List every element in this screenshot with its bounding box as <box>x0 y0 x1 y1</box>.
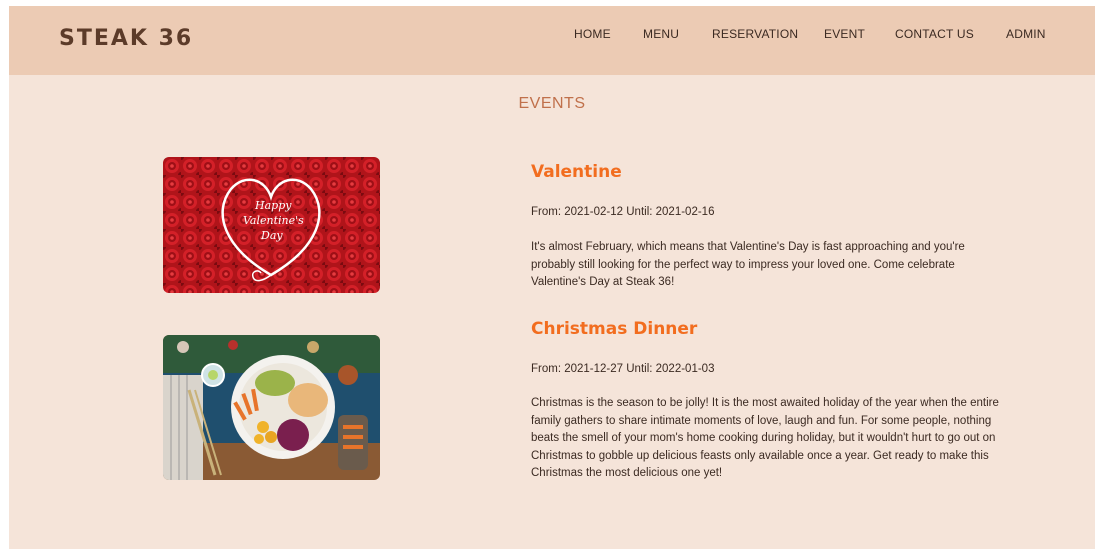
christmas-description: Christmas is the season to be jolly! It … <box>531 397 999 479</box>
nav-contact-us[interactable]: CONTACT US <box>895 27 974 41</box>
christmas-dates: From: 2021-12-27 Until: 2022-01-03 <box>531 363 715 375</box>
valentine-title: Valentine <box>531 162 622 182</box>
valentine-image-text-1: Happy <box>254 199 292 212</box>
valentine-event-image: Happy Valentine's Day <box>163 157 380 293</box>
nav-reservation[interactable]: RESERVATION <box>712 27 798 41</box>
nav-admin[interactable]: ADMIN <box>1006 27 1046 41</box>
valentine-dates: From: 2021-02-12 Until: 2021-02-16 <box>531 206 715 218</box>
section-title: EVENTS <box>518 95 586 112</box>
navbar: STEAK 36 HOME MENU RESERVATION EVENT CON… <box>9 6 1095 75</box>
brand-logo[interactable]: STEAK 36 <box>59 26 193 51</box>
nav-home[interactable]: HOME <box>574 27 611 41</box>
valentine-image-text-3: Day <box>260 229 283 242</box>
christmas-event-image <box>163 335 380 480</box>
page: STEAK 36 HOME MENU RESERVATION EVENT CON… <box>9 6 1095 549</box>
valentine-description: It's almost February, which means that V… <box>531 241 965 288</box>
nav-event[interactable]: EVENT <box>824 27 865 41</box>
nav-menu[interactable]: MENU <box>643 27 679 41</box>
valentine-image-text-2: Valentine's <box>243 214 304 227</box>
christmas-title: Christmas Dinner <box>531 319 698 339</box>
